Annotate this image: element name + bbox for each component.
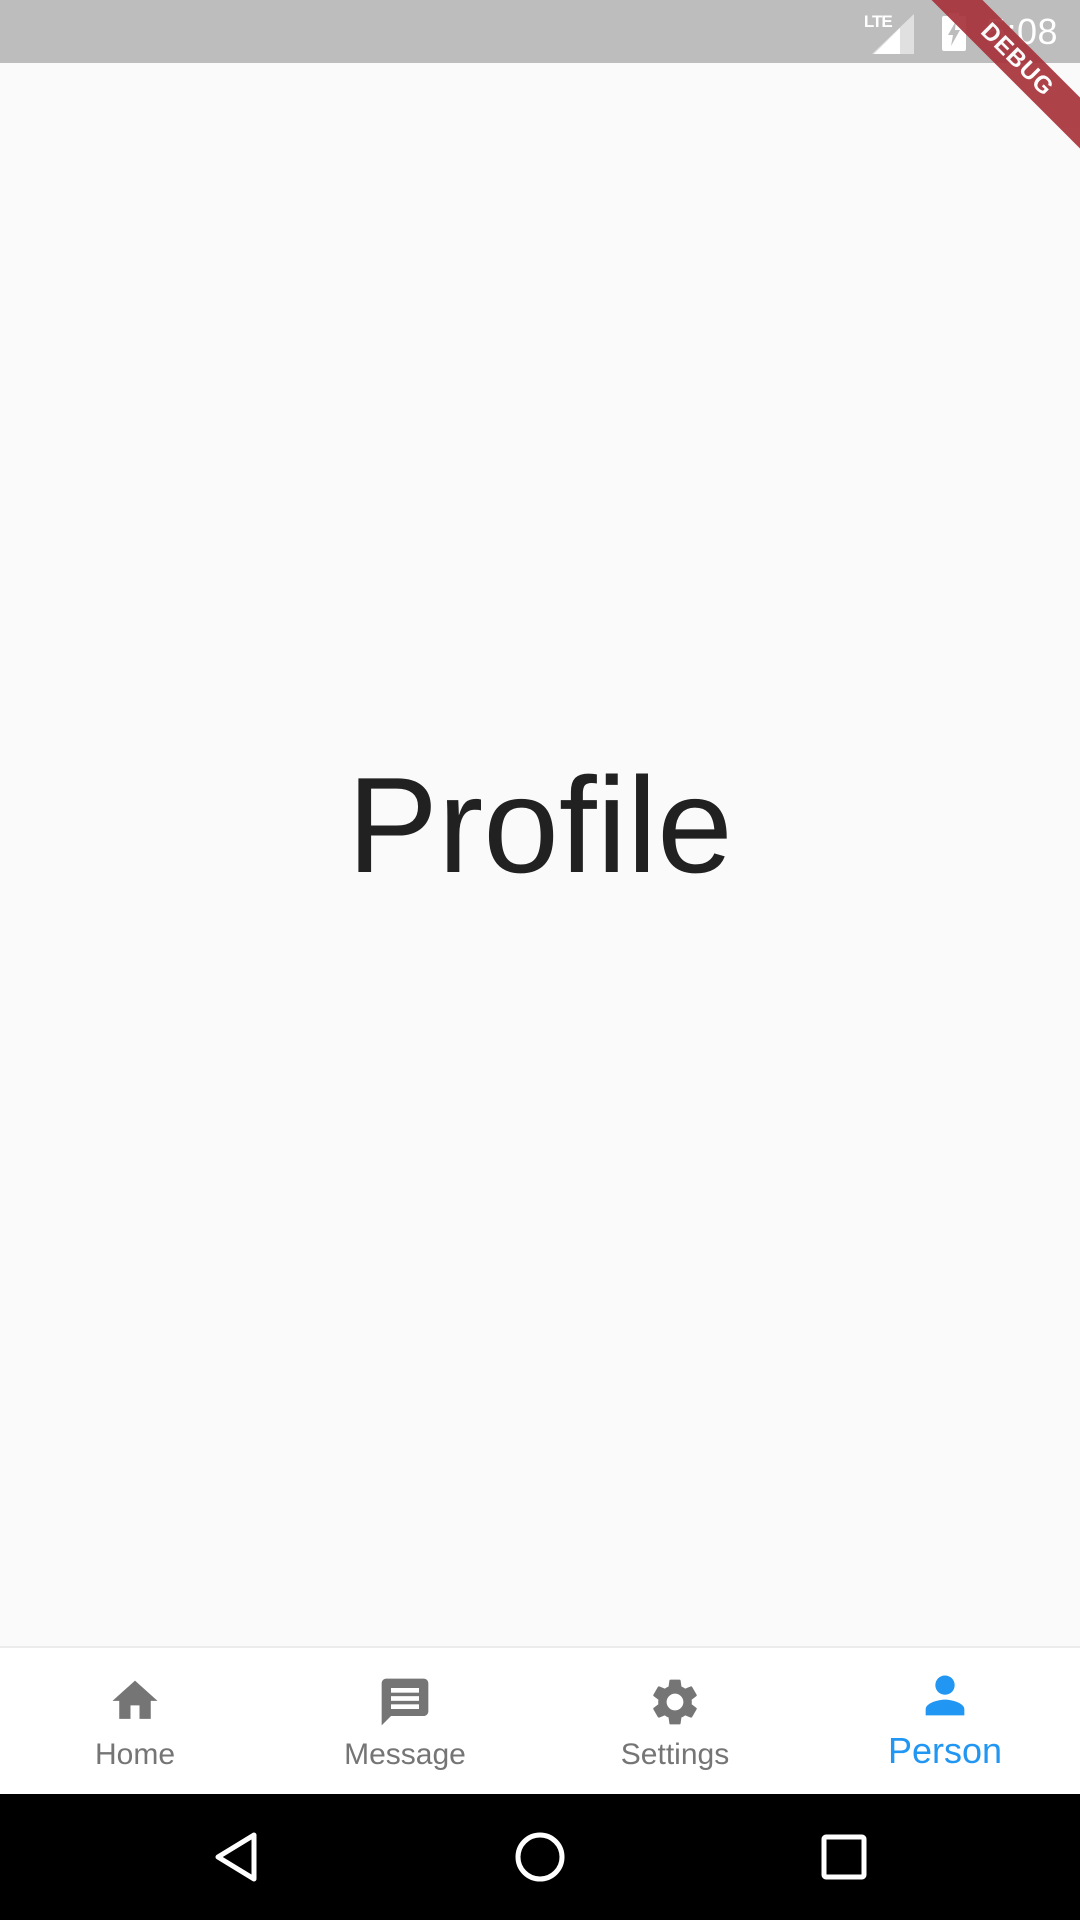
nav-item-message[interactable]: Message — [270, 1648, 540, 1794]
network-indicator: LTE — [864, 10, 914, 54]
recents-square-icon[interactable] — [784, 1794, 904, 1920]
nav-item-person[interactable]: Person — [810, 1648, 1080, 1794]
home-circle-icon[interactable] — [480, 1794, 600, 1920]
nav-label-person: Person — [887, 1730, 1003, 1771]
network-type-label: LTE — [863, 11, 893, 31]
nav-label-settings: Settings — [620, 1738, 730, 1771]
nav-label-home: Home — [94, 1738, 176, 1771]
system-navigation-bar — [0, 1794, 1080, 1920]
nav-item-settings[interactable]: Settings — [540, 1648, 810, 1794]
nav-item-home[interactable]: Home — [0, 1648, 270, 1794]
nav-label-message: Message — [344, 1738, 466, 1771]
home-icon — [105, 1672, 165, 1732]
main-content: Profile — [0, 63, 1080, 1646]
status-bar: LTE 5:08 — [0, 0, 1080, 63]
message-icon — [375, 1672, 435, 1732]
back-icon[interactable] — [176, 1794, 296, 1920]
settings-gear-icon — [645, 1672, 705, 1732]
app-screen: LTE 5:08 DEBUG Profile Home Message Sett… — [0, 0, 1080, 1920]
person-icon — [915, 1666, 975, 1726]
bottom-navigation-bar: Home Message Settings Person — [0, 1646, 1080, 1794]
page-title: Profile — [347, 749, 733, 901]
